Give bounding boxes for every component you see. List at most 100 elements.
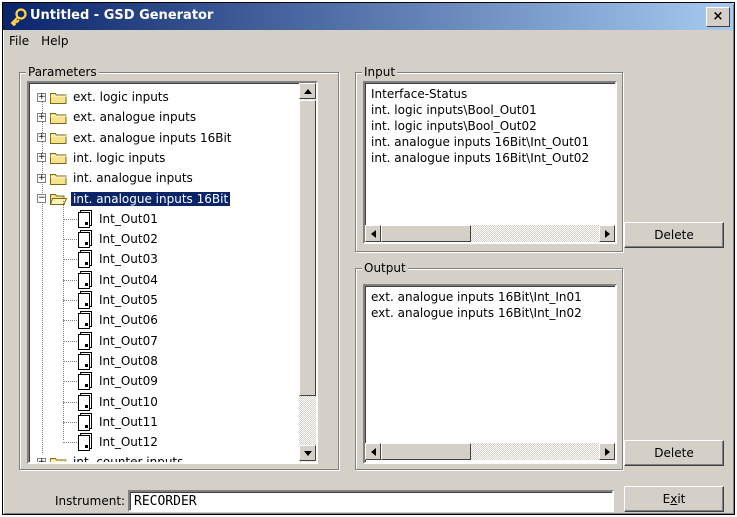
tree-node-label: int. analogue inputs — [73, 171, 193, 186]
parameter-icon — [77, 331, 93, 350]
tree-leaf[interactable]: Int_Out04 — [77, 270, 160, 290]
tree-node-label: Int_Out08 — [99, 353, 158, 368]
expand-icon[interactable]: + — [37, 173, 46, 183]
tree-folder[interactable]: + ext. logic inputs — [37, 87, 171, 107]
input-hscrollbar[interactable] — [365, 225, 615, 242]
folder-icon — [50, 91, 67, 104]
hscroll-thumb[interactable] — [381, 443, 471, 460]
tree-folder[interactable]: + ext. analogue inputs 16Bit — [37, 128, 234, 148]
tree-node-label: int. logic inputs — [73, 150, 166, 165]
input-label: Input — [362, 65, 398, 79]
input-item[interactable]: int. analogue inputs 16Bit\Int_Out02 — [371, 151, 589, 165]
folder-icon — [50, 131, 67, 145]
tree-folder[interactable]: + int. counter inputs — [37, 452, 185, 462]
parameters-scrollbar[interactable] — [299, 83, 316, 462]
app-icon — [10, 8, 27, 26]
scroll-left-button[interactable] — [365, 443, 381, 460]
tree-leaf[interactable]: Int_Out10 — [77, 392, 160, 412]
tree-folder[interactable]: + ext. analogue inputs — [37, 107, 198, 127]
exit-label-post: it — [677, 492, 686, 506]
tree-leaf[interactable]: Int_Out06 — [77, 310, 160, 330]
tree-node-label: Int_Out07 — [99, 333, 158, 348]
tree-node-label: Int_Out02 — [99, 232, 158, 247]
parameter-icon — [77, 351, 93, 370]
tree-node-label: Int_Out05 — [99, 293, 158, 307]
expand-icon[interactable]: + — [37, 457, 46, 462]
input-delete-button[interactable]: Delete — [624, 222, 724, 248]
tree-node-label: Int_Out12 — [99, 435, 158, 450]
parameter-icon — [77, 412, 93, 431]
scroll-thumb[interactable] — [299, 100, 316, 396]
expand-icon[interactable]: + — [37, 112, 46, 122]
collapse-icon[interactable]: − — [37, 194, 46, 203]
output-label: Output — [362, 261, 408, 275]
input-item[interactable]: int. analogue inputs 16Bit\Int_Out01 — [371, 135, 589, 149]
tree-leaf[interactable]: Int_Out08 — [77, 351, 160, 371]
tree-leaf[interactable]: Int_Out12 — [77, 432, 160, 452]
parameters-tree[interactable]: + ext. logic inputs + ext. analogue inputs +… — [27, 81, 318, 464]
arrow-up-icon — [303, 88, 312, 94]
tree-leaf[interactable]: Int_Out11 — [77, 412, 160, 432]
tree-node-label: Int_Out11 — [99, 414, 158, 429]
arrow-down-icon — [303, 450, 312, 456]
parameter-icon — [77, 270, 93, 289]
arrow-right-icon — [604, 229, 610, 238]
tree-node-label: ext. analogue inputs 16Bit — [73, 130, 232, 145]
tree-leaf[interactable]: Int_Out02 — [77, 229, 160, 249]
parameters-label: Parameters — [26, 65, 99, 79]
parameter-icon — [77, 372, 93, 391]
menu-file[interactable]: File — [3, 32, 35, 52]
scroll-right-button[interactable] — [599, 443, 615, 460]
parameter-icon — [77, 230, 93, 249]
tree-node-label: Int_Out10 — [99, 394, 158, 409]
input-item[interactable]: Interface-Status — [371, 87, 467, 101]
tree-folder[interactable]: + int. logic inputs — [37, 148, 167, 168]
tree-leaf[interactable]: Int_Out05 — [77, 290, 160, 310]
tree-node-label: Int_Out09 — [99, 374, 158, 389]
arrow-left-icon — [370, 229, 376, 238]
tree-folder[interactable]: + int. analogue inputs — [37, 168, 195, 188]
hscroll-thumb[interactable] — [381, 225, 471, 242]
scroll-right-button[interactable] — [599, 225, 615, 242]
output-delete-button[interactable]: Delete — [624, 440, 724, 466]
exit-button[interactable]: Exit — [624, 486, 724, 512]
output-item[interactable]: ext. analogue inputs 16Bit\Int_In02 — [371, 306, 582, 320]
tree-leaf[interactable]: Int_Out03 — [77, 249, 160, 269]
parameter-icon — [77, 209, 93, 228]
tree-node-label: int. analogue inputs 16Bit — [69, 190, 232, 207]
parameter-icon — [77, 250, 93, 269]
scroll-down-button[interactable] — [299, 445, 316, 461]
scroll-up-button[interactable] — [299, 83, 316, 99]
tree-node-label: Int_Out01 — [99, 211, 158, 226]
output-item[interactable]: ext. analogue inputs 16Bit\Int_In01 — [371, 290, 582, 304]
tree-leaf[interactable]: Int_Out01 — [77, 209, 160, 229]
expand-icon[interactable]: + — [37, 92, 46, 102]
input-item[interactable]: int. logic inputs\Bool_Out02 — [371, 119, 537, 133]
tree-node-label: ext. analogue inputs — [73, 110, 197, 125]
parameter-icon — [77, 311, 93, 330]
folder-icon — [50, 151, 67, 165]
parameter-icon — [77, 433, 93, 452]
folder-icon — [50, 111, 67, 124]
instrument-field[interactable]: RECORDER — [128, 490, 614, 512]
tree-node-label: Int_Out03 — [99, 252, 158, 267]
tree-node-label: Int_Out06 — [99, 313, 158, 328]
folder-icon — [49, 192, 68, 205]
input-item[interactable]: int. logic inputs\Bool_Out01 — [371, 103, 537, 117]
expand-icon[interactable]: + — [37, 133, 46, 143]
scroll-left-button[interactable] — [365, 225, 381, 242]
output-list[interactable]: ext. analogue inputs 16Bit\Int_In01 ext.… — [363, 284, 617, 464]
expand-icon[interactable]: + — [37, 153, 46, 163]
tree-leaf[interactable]: Int_Out09 — [77, 371, 160, 391]
close-button[interactable]: × — [706, 7, 730, 27]
arrow-right-icon — [604, 447, 610, 456]
parameter-icon — [77, 291, 93, 309]
folder-icon — [50, 456, 67, 462]
menu-help[interactable]: Help — [35, 32, 74, 52]
output-hscrollbar[interactable] — [365, 443, 615, 460]
tree-node-label: ext. logic inputs — [73, 90, 169, 104]
title-bar[interactable]: Untitled - GSD Generator × — [3, 3, 733, 30]
input-list[interactable]: Interface-Status int. logic inputs\Bool_… — [363, 81, 617, 244]
tree-folder[interactable]: − int. analogue inputs 16Bit — [37, 189, 232, 209]
tree-leaf[interactable]: Int_Out07 — [77, 331, 160, 351]
